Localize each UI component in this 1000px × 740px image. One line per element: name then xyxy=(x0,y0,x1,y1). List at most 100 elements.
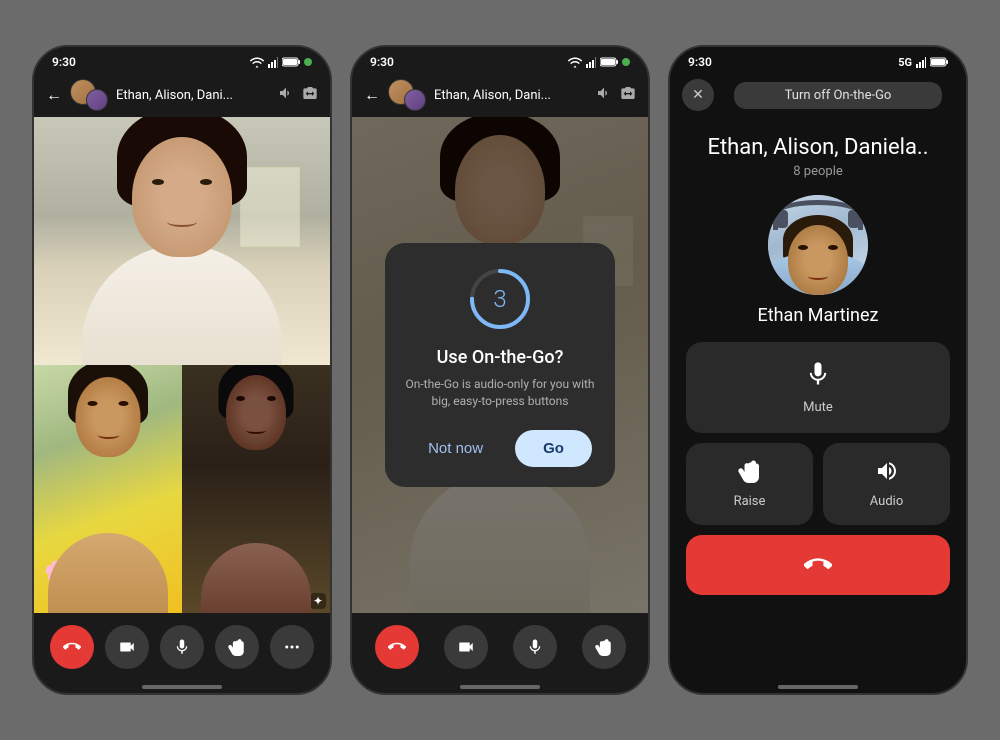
otg-dialog: 3 Use On-the-Go? On-the-Go is audio-only… xyxy=(385,243,615,487)
dialog-desc: On-the-Go is audio-only for you with big… xyxy=(405,376,595,410)
status-bar-3: 9:30 5G xyxy=(670,51,966,71)
call-toolbar-2 xyxy=(352,613,648,681)
group-avatar-2 xyxy=(388,79,426,111)
end-call-button-1[interactable] xyxy=(50,625,94,669)
smile xyxy=(167,217,197,227)
ethan-eye-l xyxy=(798,245,808,250)
group-name-1: Ethan, Alison, Dani... xyxy=(116,88,270,103)
call-toolbar-1 xyxy=(34,613,330,681)
smile-2 xyxy=(97,431,119,439)
back-button-1[interactable]: ← xyxy=(46,85,62,105)
signal-icon-2 xyxy=(586,57,596,68)
face-3 xyxy=(226,375,286,450)
close-icon: ✕ xyxy=(692,87,704,103)
active-dot-1 xyxy=(304,58,312,66)
body-3 xyxy=(201,543,311,613)
flip-camera-icon-2[interactable] xyxy=(620,85,636,105)
body-decoration xyxy=(82,245,282,365)
mute-button-3[interactable]: Mute xyxy=(686,342,950,433)
avatar-2b xyxy=(404,89,426,111)
phone-2: 9:30 ← Et xyxy=(350,45,650,695)
ethan-smile xyxy=(808,273,828,280)
effects-badge: ✦ xyxy=(310,593,326,609)
active-dot-2 xyxy=(622,58,630,66)
battery-icon-3 xyxy=(930,57,948,67)
phone-1: 9:30 ← Et xyxy=(32,45,332,695)
phone3-content: Ethan, Alison, Daniela.. 8 people xyxy=(670,119,966,681)
smile-3 xyxy=(246,427,266,434)
eye-3l xyxy=(236,396,245,401)
status-time-3: 9:30 xyxy=(688,55,712,69)
audio-label-3: Audio xyxy=(870,494,903,509)
video-cell-2: 🌸 🌼 xyxy=(34,365,182,613)
call-header-2[interactable]: ← Ethan, Alison, Dani... xyxy=(352,73,648,117)
raise-button-3[interactable]: Raise xyxy=(686,443,813,525)
hand-raise-button-1[interactable] xyxy=(215,625,259,669)
eye-2r xyxy=(119,401,129,406)
avatar-2 xyxy=(86,89,108,111)
eye-right xyxy=(200,179,212,185)
go-button[interactable]: Go xyxy=(515,430,592,467)
sound-icon-2[interactable] xyxy=(596,85,612,105)
action-row-3: Raise Audio xyxy=(686,443,950,525)
network-type-3: 5G xyxy=(898,56,912,69)
video-cell-3: ✦ xyxy=(182,365,330,613)
ethan-face xyxy=(788,225,848,295)
caller-name-3: Ethan Martinez xyxy=(758,305,879,326)
countdown-number: 3 xyxy=(468,267,532,331)
status-bar-2: 9:30 xyxy=(352,47,648,73)
home-indicator-1 xyxy=(142,685,222,689)
wifi-icon xyxy=(250,57,264,68)
audio-icon-3 xyxy=(875,459,899,488)
sound-icon-1[interactable] xyxy=(278,85,294,105)
hand-raise-button-2[interactable] xyxy=(582,625,626,669)
video-bottom-row: 🌸 🌼 ✦ xyxy=(34,365,330,613)
end-call-button-2[interactable] xyxy=(375,625,419,669)
home-indicator-3 xyxy=(778,685,858,689)
headphone-left xyxy=(776,210,788,228)
close-otg-button[interactable]: ✕ xyxy=(682,79,714,111)
mute-button-1[interactable] xyxy=(160,625,204,669)
group-name-2: Ethan, Alison, Dani... xyxy=(434,88,588,103)
notch-3 xyxy=(795,55,815,69)
eye-2l xyxy=(87,401,97,406)
signal-icon-3 xyxy=(916,57,926,68)
people-count-3: 8 people xyxy=(793,164,843,179)
caller-avatar-3 xyxy=(768,195,868,295)
home-indicator-2 xyxy=(460,685,540,689)
face-decoration xyxy=(132,137,232,257)
mute-icon-3 xyxy=(804,360,832,394)
wifi-icon-2 xyxy=(568,57,582,68)
dialog-title: Use On-the-Go? xyxy=(405,347,595,368)
flip-camera-icon-1[interactable] xyxy=(302,85,318,105)
raise-icon-3 xyxy=(738,459,762,488)
status-icons-3: 5G xyxy=(898,56,948,69)
countdown-ring: 3 xyxy=(468,267,532,331)
raise-label-3: Raise xyxy=(734,494,766,509)
battery-icon-2 xyxy=(600,57,618,67)
camera-button-2[interactable] xyxy=(444,625,488,669)
video-area-2: 3 Use On-the-Go? On-the-Go is audio-only… xyxy=(352,117,648,613)
ethan-eye-r xyxy=(828,245,838,250)
status-time-1: 9:30 xyxy=(52,55,76,69)
call-header-1[interactable]: ← Ethan, Alison, Dani... xyxy=(34,73,330,117)
status-icons-2 xyxy=(568,57,630,68)
phone-3: 9:30 5G ✕ Turn off On-t xyxy=(668,45,968,695)
eye-3r xyxy=(267,396,276,401)
status-icons-1 xyxy=(250,57,312,68)
otg-header-bar: ✕ Turn off On-the-Go xyxy=(670,71,966,119)
back-button-2[interactable]: ← xyxy=(364,85,380,105)
mute-button-2[interactable] xyxy=(513,625,557,669)
signal-icon-1 xyxy=(268,57,278,68)
body-2 xyxy=(48,533,168,613)
more-options-button-1[interactable] xyxy=(270,625,314,669)
ethan-avatar-bg xyxy=(768,195,868,295)
not-now-button[interactable]: Not now xyxy=(408,430,503,467)
camera-button-1[interactable] xyxy=(105,625,149,669)
face-2 xyxy=(76,377,141,457)
headphone-right xyxy=(848,210,860,228)
end-call-button-3[interactable] xyxy=(686,535,950,595)
audio-button-3[interactable]: Audio xyxy=(823,443,950,525)
video-grid-1: 🌸 🌼 ✦ xyxy=(34,117,330,613)
otg-toggle-bar[interactable]: Turn off On-the-Go xyxy=(734,82,942,109)
